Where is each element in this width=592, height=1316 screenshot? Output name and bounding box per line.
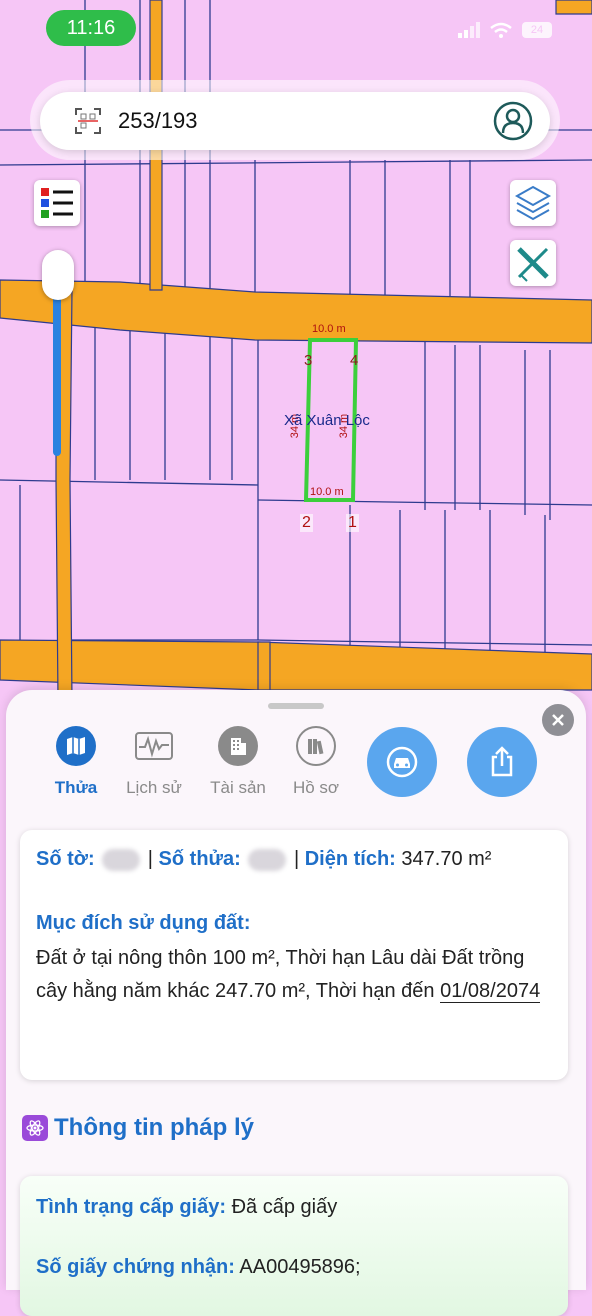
- history-icon: [134, 726, 174, 766]
- certificate-number-label: Số giấy chứng nhận:: [36, 1256, 235, 1278]
- vertex-4-label: 4: [350, 352, 359, 369]
- legend-button[interactable]: [34, 180, 80, 226]
- map-icon: [56, 726, 96, 766]
- vertex-1-label: 1: [346, 514, 359, 532]
- signal-icon: [458, 22, 480, 38]
- vertex-2-label: 2: [300, 514, 313, 532]
- close-icon: [552, 714, 564, 726]
- land-use-purpose-text: Đất ở tại nông thôn 100 m², Thời hạn Lâu…: [36, 942, 556, 1008]
- tab-records-label: Hồ sơ: [292, 778, 340, 797]
- battery-icon: 24: [522, 22, 552, 38]
- legal-info-header: Thông tin pháp lý: [22, 1114, 254, 1142]
- measure-icon: [517, 247, 549, 282]
- sheet-number-label: Số tờ:: [36, 848, 95, 870]
- vertex-3-label: 3: [304, 352, 313, 369]
- building-icon: [218, 726, 258, 766]
- land-use-expiry-date: 01/08/2074: [440, 980, 541, 1003]
- share-button[interactable]: [467, 727, 537, 797]
- share-icon: [491, 746, 513, 777]
- sheet-grabber[interactable]: [268, 703, 324, 709]
- separator: |: [147, 848, 153, 870]
- legal-info-title: Thông tin pháp lý: [54, 1114, 254, 1141]
- measure-button[interactable]: [510, 240, 556, 286]
- battery-level: 24: [530, 24, 544, 36]
- tab-history[interactable]: Lịch sử: [114, 726, 194, 798]
- tab-history-label: Lịch sử: [126, 778, 182, 797]
- separator: |: [293, 848, 300, 870]
- certificate-status-row: Tình trạng cấp giấy: Đã cấp giấy: [36, 1196, 337, 1219]
- parcel-number-label: Số thửa:: [158, 848, 241, 870]
- parcel-summary-row: Số tờ: | Số thửa: | Diện tích: 347.70 m²: [36, 848, 491, 871]
- commune-label: Xã Xuân Lộc: [284, 412, 370, 429]
- layers-button[interactable]: [510, 180, 556, 226]
- search-bar[interactable]: 253/193: [40, 92, 550, 150]
- tab-parcel-label: Thửa: [54, 778, 98, 797]
- atom-icon: [22, 1115, 48, 1141]
- tab-assets[interactable]: Tài sản: [198, 726, 278, 798]
- area-label: Diện tích:: [304, 848, 396, 870]
- tab-parcel[interactable]: Thửa: [36, 726, 116, 798]
- tab-records[interactable]: Hồ sơ: [276, 726, 356, 798]
- tab-assets-label: Tài sản: [210, 778, 266, 797]
- status-indicators: 24: [458, 22, 552, 38]
- status-time: 11:16: [46, 10, 136, 46]
- certificate-number-value: AA00495896;: [239, 1256, 361, 1278]
- legend-icon: [41, 188, 73, 218]
- scan-qr-icon[interactable]: [74, 107, 102, 135]
- area-value: 347.70 m²: [401, 848, 492, 870]
- certificate-status-label: Tình trạng cấp giấy:: [36, 1196, 227, 1218]
- car-icon: [386, 746, 418, 778]
- zoom-slider-handle[interactable]: [42, 250, 74, 300]
- directions-button[interactable]: [367, 727, 437, 797]
- close-button[interactable]: [542, 704, 574, 736]
- land-use-purpose-title: Mục đích sử dụng đất:: [36, 912, 251, 934]
- certificate-number-row: Số giấy chứng nhận: AA00495896;: [36, 1256, 361, 1279]
- certificate-status-value: Đã cấp giấy: [231, 1196, 338, 1218]
- wifi-icon: [490, 22, 512, 38]
- books-icon: [296, 726, 336, 766]
- parcel-number-redacted: [248, 848, 287, 871]
- edge-top-label: 10.0 m: [312, 323, 346, 335]
- search-input[interactable]: 253/193: [118, 108, 198, 134]
- layers-icon: [514, 185, 552, 221]
- profile-icon[interactable]: [492, 100, 534, 142]
- edge-bottom-label: 10.0 m: [310, 486, 344, 498]
- sheet-number-redacted: [102, 848, 141, 871]
